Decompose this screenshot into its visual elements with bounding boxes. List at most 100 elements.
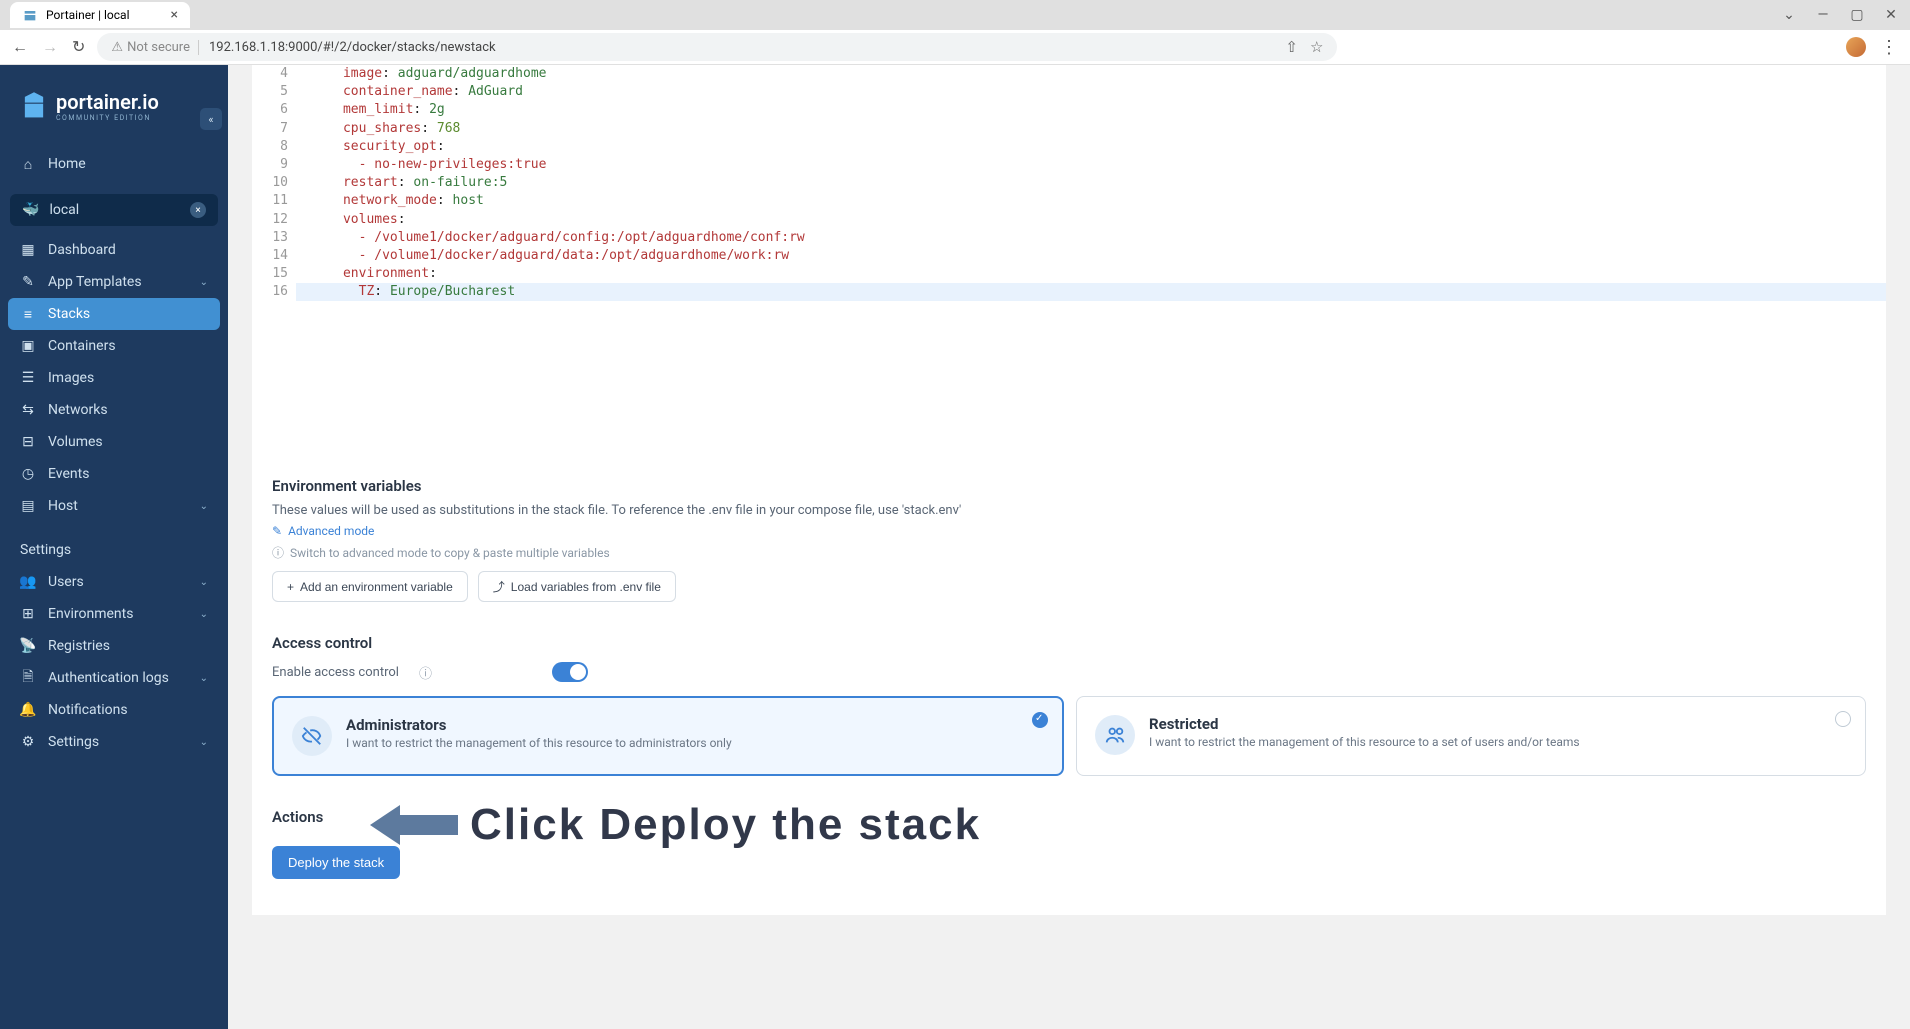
help-icon[interactable]: ⓘ xyxy=(419,663,432,682)
arrow-icon xyxy=(370,800,460,850)
sidebar-item-settings[interactable]: ⚙ Settings ⌄ xyxy=(0,726,228,758)
close-window-icon[interactable]: ✕ xyxy=(1882,7,1900,23)
sidebar-item-label: Stacks xyxy=(48,306,90,322)
eye-off-icon xyxy=(292,716,332,756)
line-gutter: 45678910111213141516 xyxy=(252,65,296,301)
forward-icon[interactable]: → xyxy=(42,37,58,57)
sidebar-item-label: Volumes xyxy=(48,434,103,450)
sidebar-item-users[interactable]: 👥 Users ⌄ xyxy=(0,566,228,598)
sidebar-item-app-templates[interactable]: ✎ App Templates ⌄ xyxy=(0,266,228,298)
sidebar-item-stacks[interactable]: ≡ Stacks xyxy=(8,298,220,330)
access-card-restricted[interactable]: Restricted I want to restrict the manage… xyxy=(1076,696,1866,776)
tab-title: Portainer | local xyxy=(46,8,130,22)
sidebar-item-volumes[interactable]: ⊟ Volumes xyxy=(0,426,228,458)
dashboard-icon: ▦ xyxy=(20,242,36,258)
chevron-down-icon[interactable]: ⌄ xyxy=(1780,7,1798,23)
sidebar-item-label: Dashboard xyxy=(48,242,116,258)
reload-icon[interactable]: ↻ xyxy=(72,37,85,57)
portainer-logo-icon xyxy=(20,90,48,122)
code-body[interactable]: image: adguard/adguardhome container_nam… xyxy=(296,65,1886,301)
networks-icon: ⇆ xyxy=(20,402,36,418)
sidebar-item-events[interactable]: ◷ Events xyxy=(0,458,228,490)
info-icon: ⓘ xyxy=(272,544,284,561)
star-icon[interactable]: ☆ xyxy=(1310,38,1323,56)
access-title: Access control xyxy=(272,634,1866,652)
edit-icon: ✎ xyxy=(272,524,282,538)
minimize-icon[interactable]: — xyxy=(1814,7,1832,23)
templates-icon: ✎ xyxy=(20,274,36,290)
profile-avatar[interactable] xyxy=(1846,37,1866,57)
url-text: 192.168.1.18:9000/#!/2/docker/stacks/new… xyxy=(209,40,496,55)
not-secure-badge: ⚠ Not secure xyxy=(111,40,199,55)
kebab-menu-icon[interactable]: ⋮ xyxy=(1880,37,1898,58)
sidebar-item-environments[interactable]: ⊞ Environments ⌄ xyxy=(0,598,228,630)
warning-icon: ⚠ xyxy=(111,40,123,55)
maximize-icon[interactable]: ▢ xyxy=(1848,7,1866,23)
collapse-sidebar-button[interactable]: « xyxy=(200,108,222,130)
chevron-down-icon: ⌄ xyxy=(200,577,208,588)
compose-editor[interactable]: 45678910111213141516 image: adguard/adgu… xyxy=(252,65,1886,301)
sidebar-item-host[interactable]: ▤ Host ⌄ xyxy=(0,490,228,522)
environment-badge[interactable]: 🐳 local × xyxy=(10,194,218,226)
sidebar: « portainer.io COMMUNITY EDITION ⌂ Home … xyxy=(0,65,228,1029)
advanced-mode-link[interactable]: ✎ Advanced mode xyxy=(272,524,1866,538)
card-title: Restricted xyxy=(1149,715,1580,733)
load-env-file-button[interactable]: ⤴ Load variables from .env file xyxy=(478,571,676,602)
plus-icon: + xyxy=(287,580,294,594)
browser-tab[interactable]: Portainer | local × xyxy=(10,2,190,28)
toggle-knob xyxy=(570,664,586,680)
users-icon: 👥 xyxy=(20,574,36,590)
sidebar-item-networks[interactable]: ⇆ Networks xyxy=(0,394,228,426)
docker-icon: 🐳 xyxy=(22,202,39,218)
chevron-down-icon: ⌄ xyxy=(200,501,208,512)
sidebar-item-label: Registries xyxy=(48,638,110,654)
events-icon: ◷ xyxy=(20,466,36,482)
sidebar-item-notifications[interactable]: 🔔 Notifications xyxy=(0,694,228,726)
access-card-administrators[interactable]: Administrators I want to restrict the ma… xyxy=(272,696,1064,776)
card-desc: I want to restrict the management of thi… xyxy=(346,736,732,750)
sidebar-item-label: Networks xyxy=(48,402,108,418)
deploy-stack-button[interactable]: Deploy the stack xyxy=(272,846,400,879)
url-input[interactable]: ⚠ Not secure 192.168.1.18:9000/#!/2/dock… xyxy=(97,33,1337,61)
share-icon[interactable]: ⇧ xyxy=(1285,38,1298,56)
enable-access-label: Enable access control xyxy=(272,665,399,680)
annotation-text: Click Deploy the stack xyxy=(470,800,981,850)
logo-subtitle: COMMUNITY EDITION xyxy=(56,114,159,122)
bell-icon: 🔔 xyxy=(20,702,36,718)
chevron-down-icon: ⌄ xyxy=(200,737,208,748)
enable-access-toggle[interactable] xyxy=(552,662,588,682)
address-bar: ← → ↻ ⚠ Not secure 192.168.1.18:9000/#!/… xyxy=(0,30,1910,65)
volumes-icon: ⊟ xyxy=(20,434,36,450)
radio-selected-icon xyxy=(1032,712,1048,728)
annotation-overlay: Click Deploy the stack xyxy=(370,800,981,850)
stacks-icon: ≡ xyxy=(20,306,36,322)
env-vars-desc: These values will be used as substitutio… xyxy=(272,503,1866,518)
sidebar-item-label: Events xyxy=(48,466,89,482)
sidebar-item-label: Authentication logs xyxy=(48,670,169,686)
portainer-favicon-icon xyxy=(22,7,38,23)
sidebar-item-home[interactable]: ⌂ Home xyxy=(0,148,228,180)
sidebar-item-dashboard[interactable]: ▦ Dashboard xyxy=(0,234,228,266)
card-desc: I want to restrict the management of thi… xyxy=(1149,735,1580,749)
upload-icon: ⤴ xyxy=(493,578,505,595)
window-controls: ⌄ — ▢ ✕ xyxy=(1780,7,1900,23)
sidebar-item-auth-logs[interactable]: 🗎 Authentication logs ⌄ xyxy=(0,662,228,694)
browser-chrome: Portainer | local × ⌄ — ▢ ✕ ← → ↻ ⚠ Not … xyxy=(0,0,1910,65)
main-content: 45678910111213141516 image: adguard/adgu… xyxy=(228,65,1910,1029)
sidebar-item-label: Home xyxy=(48,156,86,172)
add-env-var-button[interactable]: + Add an environment variable xyxy=(272,571,468,602)
home-icon: ⌂ xyxy=(20,156,36,172)
sidebar-item-images[interactable]: ☰ Images xyxy=(0,362,228,394)
logo-title: portainer.io xyxy=(56,90,159,114)
logs-icon: 🗎 xyxy=(20,670,36,686)
close-env-icon[interactable]: × xyxy=(190,202,206,218)
logo[interactable]: portainer.io COMMUNITY EDITION xyxy=(0,65,228,132)
sidebar-item-containers[interactable]: ▣ Containers xyxy=(0,330,228,362)
sidebar-item-registries[interactable]: 📡 Registries xyxy=(0,630,228,662)
users-group-icon xyxy=(1095,715,1135,755)
close-tab-icon[interactable]: × xyxy=(171,7,178,23)
registries-icon: 📡 xyxy=(20,638,36,654)
env-vars-title: Environment variables xyxy=(272,477,1866,495)
editor-whitespace xyxy=(252,301,1886,461)
back-icon[interactable]: ← xyxy=(12,37,28,57)
